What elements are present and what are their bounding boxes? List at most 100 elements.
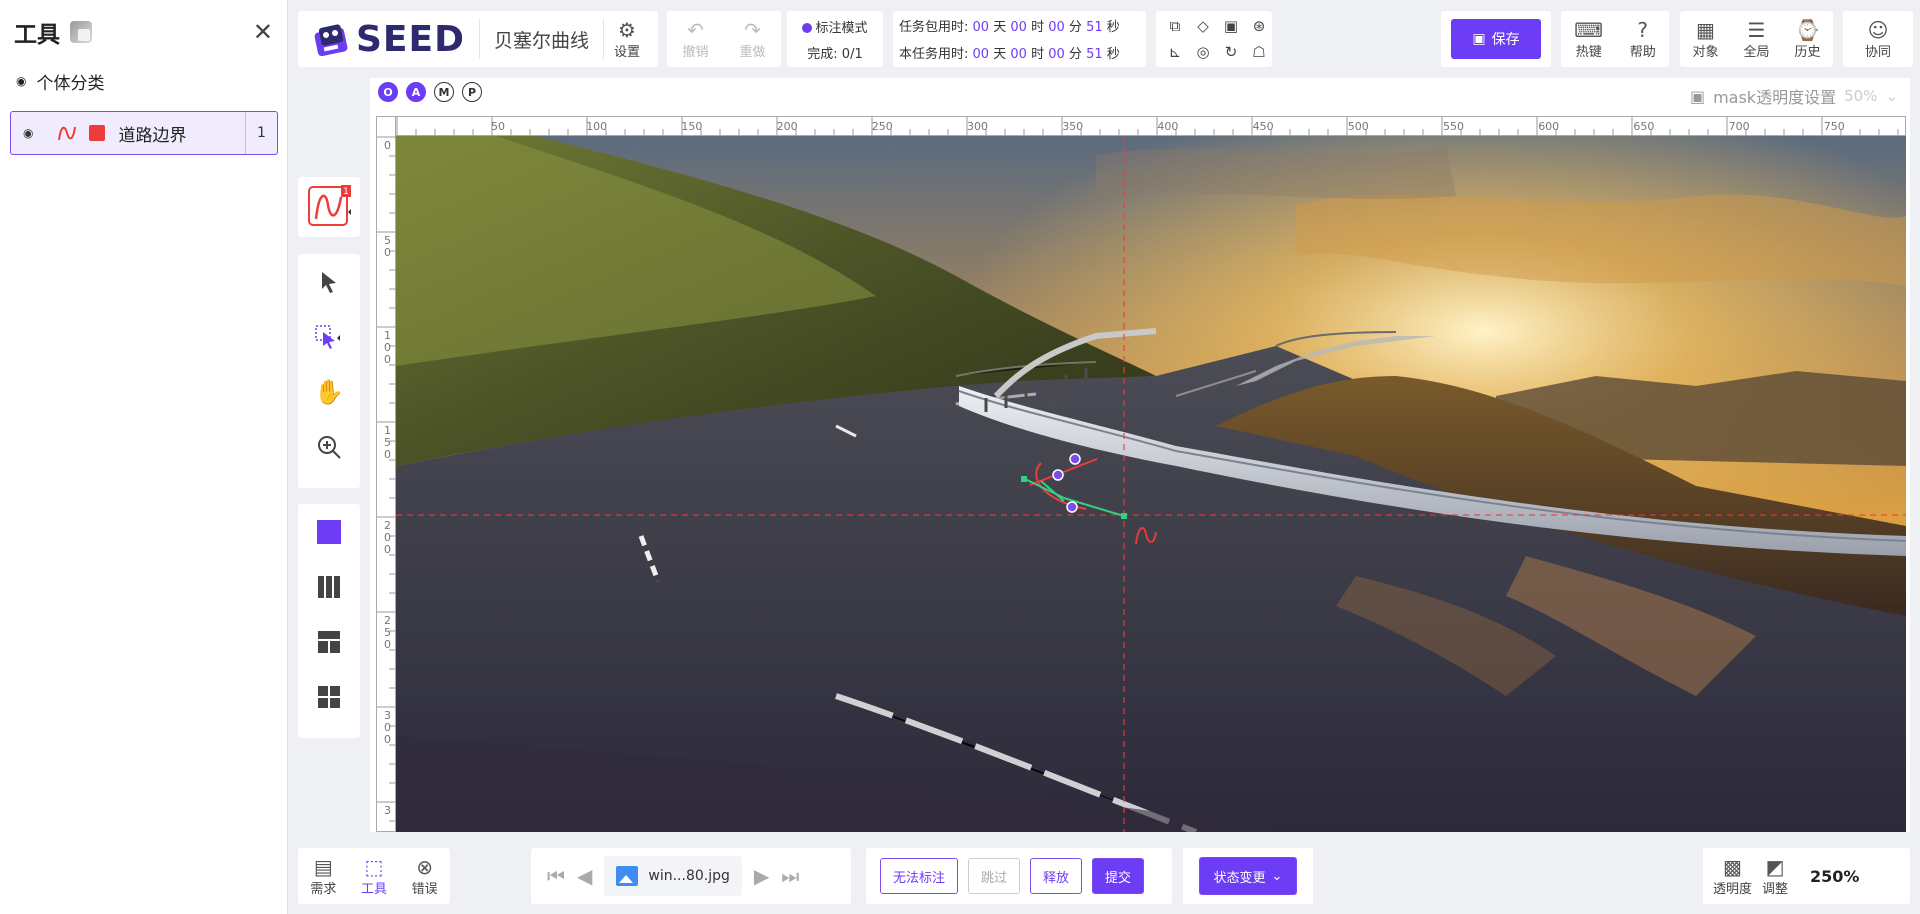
redo-button[interactable]: ↷ 重做 [739, 19, 765, 60]
redo-icon: ↷ [744, 17, 761, 42]
grid-layout-button[interactable] [298, 669, 360, 724]
magic-icon[interactable]: ↻ [1220, 41, 1242, 63]
category-row[interactable]: ◉ 个体分类 [0, 64, 287, 98]
eye-icon[interactable]: ◉ [16, 74, 26, 88]
checkerboard-icon: ▩ [1723, 854, 1742, 879]
image-canvas[interactable]: 50 100 150 200 250 300 350 400 450 500 550 600 650 70… [376, 116, 1906, 832]
status-change-label: 状态变更 [1213, 870, 1266, 886]
road-photo[interactable] [396, 136, 1906, 832]
history-button[interactable]: ⌚ 历史 [1794, 19, 1820, 60]
ruler-top-label: 700 [1728, 120, 1750, 133]
adjust-button[interactable]: ◩ 调整 [1762, 856, 1788, 897]
fit-screen-icon[interactable]: ▣ [1690, 87, 1705, 106]
mask-value[interactable]: 50% [1844, 87, 1877, 105]
task-hours: 00 [1010, 47, 1027, 62]
class-color-swatch [89, 125, 106, 141]
help-button[interactable]: ? 帮助 [1630, 19, 1656, 60]
mask-opacity-setting[interactable]: ▣ mask透明度设置 50% ⌄ [1690, 84, 1898, 108]
class-count: 1 [245, 112, 277, 154]
multi-select-tool-button[interactable] [298, 309, 360, 364]
annotation-workspace: O A M P ▣ mask透明度设置 50% ⌄ 50 100 150 200 250… [370, 78, 1910, 832]
undo-label: 撤销 [682, 44, 709, 60]
layers-icon [70, 21, 92, 43]
edit-tools-box: ✋ [298, 254, 360, 488]
zoom-level: 250% [1810, 866, 1860, 886]
class-item-road-boundary[interactable]: ◉ 道路边界 1 [10, 111, 278, 155]
submit-button[interactable]: 提交 [1092, 858, 1145, 894]
column-layout-button[interactable] [298, 559, 360, 614]
table-layout-icon [318, 630, 340, 653]
requirements-tab[interactable]: ▤ 需求 [310, 856, 336, 897]
ruler-top-label: 300 [967, 120, 988, 133]
ruler-left-label: 300 [384, 709, 391, 746]
save-frame-icon[interactable]: ▣ [1220, 15, 1242, 37]
ruler-top-label: 400 [1157, 120, 1179, 133]
eye-icon[interactable]: ◉ [23, 126, 33, 140]
grid-layout-icon [318, 685, 340, 708]
floppy-icon: ▣ [1472, 31, 1486, 47]
divider [479, 19, 480, 59]
mode-a-button[interactable]: A [406, 82, 426, 102]
mode-dot-icon [802, 22, 813, 33]
mode-m-button[interactable]: M [434, 82, 454, 102]
first-image-icon[interactable]: ⏮ [547, 864, 565, 888]
history-label: 历史 [1794, 44, 1821, 60]
settings-label: 设置 [614, 44, 641, 60]
unit-minute: 分 [1068, 20, 1082, 35]
robot-icon[interactable]: ☖ [1248, 41, 1270, 63]
ruler-top-label: 650 [1633, 120, 1655, 133]
settings-button[interactable]: ⚙ 设置 [614, 19, 640, 60]
cannot-annotate-button[interactable]: 无法标注 [880, 858, 959, 894]
requirements-label: 需求 [310, 881, 337, 897]
opacity-button[interactable]: ▩ 透明度 [1713, 856, 1752, 897]
bezier-tool-button[interactable]: 1 [298, 177, 360, 237]
save-button[interactable]: ▣ 保存 [1451, 19, 1541, 59]
collab-button[interactable]: ☺ 协同 [1865, 19, 1891, 60]
copy-icon[interactable]: ⧉ [1164, 15, 1186, 37]
view-tools-box [298, 504, 360, 738]
zoom-in-icon [318, 435, 341, 459]
row-layout-button[interactable] [298, 614, 360, 669]
zoom-tool-button[interactable] [298, 419, 360, 474]
prev-image-icon[interactable]: ◀ [577, 864, 592, 888]
select-tool-button[interactable] [298, 254, 360, 309]
release-button[interactable]: 释放 [1030, 858, 1083, 894]
hotkey-button[interactable]: ⌨ 热键 [1574, 19, 1603, 60]
file-navigator: ⏮ ◀ win...80.jpg ▶ ⏭ [531, 848, 851, 904]
undo-button[interactable]: ↶ 撤销 [682, 19, 708, 60]
collab-label: 协同 [1864, 44, 1891, 60]
ruler-top-label: 150 [681, 120, 703, 133]
mode-p-button[interactable]: P [462, 82, 482, 102]
skip-button[interactable]: 跳过 [968, 858, 1021, 894]
pan-tool-button[interactable]: ✋ [298, 364, 360, 419]
annotation-mode-box[interactable]: 标注模式 完成: 0/1 [787, 11, 883, 67]
file-chip[interactable]: win...80.jpg [604, 856, 742, 896]
global-button[interactable]: ☰ 全局 [1743, 19, 1769, 60]
object-button[interactable]: ▦ 对象 [1692, 19, 1718, 60]
tools-label: 工具 [360, 881, 387, 897]
close-icon[interactable]: ✕ [253, 20, 273, 44]
opacity-label: 透明度 [1713, 881, 1753, 897]
ruler-top-label: 50 [491, 120, 505, 133]
hotkey-label: 热键 [1575, 44, 1602, 60]
robot-logo-icon [314, 24, 348, 57]
last-image-icon[interactable]: ⏭ [781, 864, 799, 888]
badge-icon[interactable]: ⊛ [1248, 15, 1270, 37]
errors-tab[interactable]: ⊗ 错误 [412, 856, 438, 897]
status-change-dropdown[interactable]: 状态变更 ⌄ [1198, 857, 1298, 895]
history-icon: ⌚ [1795, 17, 1820, 42]
tool-panel-header: 工具 ✕ [0, 0, 287, 64]
progress-text: 完成: 0/1 [807, 46, 863, 62]
errors-label: 错误 [411, 881, 438, 897]
next-image-icon[interactable]: ▶ [754, 864, 769, 888]
tag-icon[interactable]: ◇ [1192, 15, 1214, 37]
mode-o-button[interactable]: O [378, 82, 398, 102]
chart-icon[interactable]: ⊾ [1164, 41, 1186, 63]
tools-tab[interactable]: ⬚ 工具 [361, 856, 387, 897]
mode-switcher: O A M P [378, 82, 482, 102]
task-timer: 本任务用时: 00 天 00 时 00 分 51 秒 [899, 43, 1146, 62]
chevron-down-icon: ⌄ [1271, 868, 1283, 884]
target-icon[interactable]: ◎ [1192, 41, 1214, 63]
keyboard-icon: ⌨ [1574, 17, 1604, 42]
fill-color-button[interactable] [298, 504, 360, 559]
